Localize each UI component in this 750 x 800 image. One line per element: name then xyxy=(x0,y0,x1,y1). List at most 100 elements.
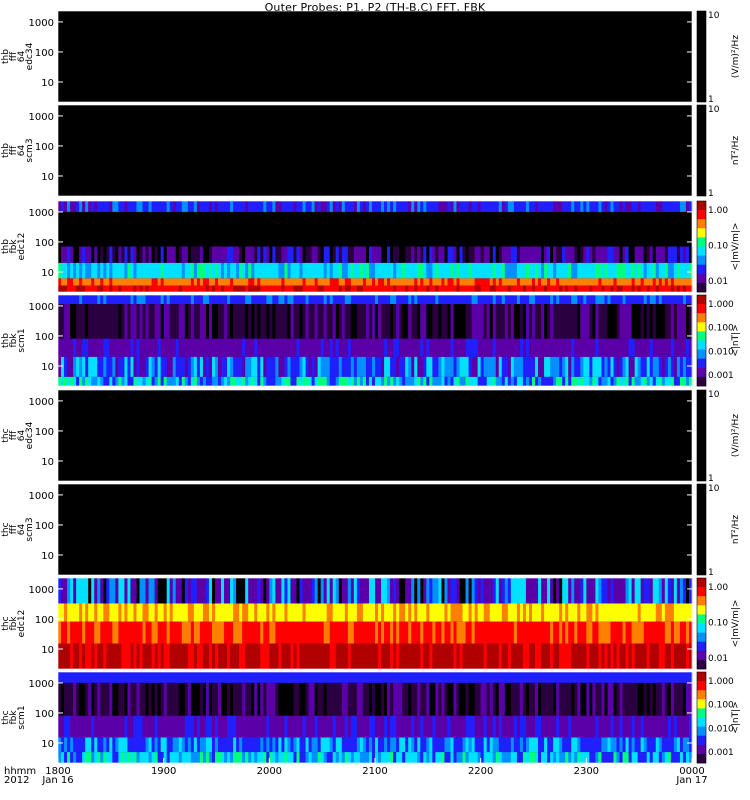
spectral-cell xyxy=(381,246,385,263)
spectral-cell xyxy=(583,682,587,716)
spectral-cell xyxy=(456,278,460,286)
spectral-cell xyxy=(272,278,276,286)
spectral-cell xyxy=(429,304,433,339)
spectral-cell xyxy=(221,603,225,622)
spectral-cell xyxy=(329,304,334,339)
spectral-cell xyxy=(272,356,276,377)
spectral-cell xyxy=(91,621,95,644)
spectral-cell xyxy=(474,672,479,683)
spectral-cell xyxy=(245,715,249,738)
spectral-cell xyxy=(311,285,316,292)
spectral-cell xyxy=(344,338,349,357)
spectral-cell xyxy=(592,752,596,763)
colorbar-tick-label: 0.10 xyxy=(708,242,728,252)
spectral-cell xyxy=(193,643,198,669)
spectral-cell xyxy=(350,603,355,622)
spectral-cell xyxy=(447,672,451,683)
spectral-cell xyxy=(453,356,457,377)
spectral-cell xyxy=(317,304,322,339)
y-tick-label: 1000 xyxy=(29,18,54,29)
spectral-cell xyxy=(88,643,92,669)
spectral-cell xyxy=(181,578,186,604)
spectral-cell xyxy=(604,603,608,622)
spectral-cell xyxy=(163,715,168,738)
spectral-cell xyxy=(211,201,216,212)
spectral-cell xyxy=(676,715,681,738)
spectral-cell xyxy=(501,672,506,683)
spectral-cell xyxy=(169,246,174,263)
spectral-cell xyxy=(598,201,602,212)
spectral-cell xyxy=(531,672,536,683)
spectral-cell xyxy=(685,715,690,738)
spectral-cell xyxy=(263,682,267,716)
spectral-cell xyxy=(263,262,267,279)
spectral-cell xyxy=(574,246,578,263)
spectral-cell xyxy=(242,672,246,683)
spectral-cell xyxy=(362,278,367,286)
spectral-cell xyxy=(501,262,506,279)
spectral-cell xyxy=(76,672,80,683)
spectral-cell xyxy=(610,737,614,753)
spectral-cell xyxy=(528,621,533,644)
spectral-cell xyxy=(522,304,527,339)
spectral-cell xyxy=(85,621,89,644)
spectral-cell xyxy=(293,278,297,286)
spectral-cell xyxy=(245,376,249,386)
spectral-cell xyxy=(284,278,288,286)
spectral-cell xyxy=(411,338,415,357)
spectral-cell xyxy=(196,285,201,292)
spectral-cell xyxy=(489,278,494,286)
spectral-cell xyxy=(504,603,509,622)
spectral-cell xyxy=(538,246,542,263)
spectral-cell xyxy=(127,246,131,263)
spectral-cell xyxy=(157,621,162,644)
colorbar-swatch xyxy=(697,304,706,314)
x-tick-label: 2200 xyxy=(468,766,493,777)
spectral-cell xyxy=(685,356,690,377)
spectral-cell xyxy=(423,603,427,622)
spectral-cell xyxy=(574,682,578,716)
spectral-cell xyxy=(196,338,201,357)
spectral-cell xyxy=(344,643,349,669)
spectral-cell xyxy=(679,262,684,279)
spectral-cell xyxy=(208,621,213,644)
spectral-cell xyxy=(586,295,590,305)
spectral-cell xyxy=(94,262,98,279)
spectral-cell xyxy=(504,715,509,738)
spectral-cell xyxy=(408,376,412,386)
spectral-cell xyxy=(284,578,288,604)
spectral-cell xyxy=(100,621,104,644)
colorbar-tick-label: 1.000 xyxy=(708,300,734,310)
spectral-cell xyxy=(103,578,107,604)
spectral-cell xyxy=(541,621,545,644)
spectral-cell xyxy=(112,295,116,305)
spectral-cell xyxy=(245,682,249,716)
colorbar-tick-label: 1.00 xyxy=(708,583,728,593)
spectral-cell xyxy=(378,356,382,377)
spectral-cell xyxy=(272,603,276,622)
spectral-cell xyxy=(459,201,463,212)
spectral-cell xyxy=(462,304,466,339)
spectral-cell xyxy=(248,262,252,279)
spectral-cell xyxy=(513,295,518,305)
spectral-cell xyxy=(649,201,654,212)
spectral-cell xyxy=(429,295,433,305)
spectral-cell xyxy=(655,201,660,212)
spectral-cell xyxy=(559,356,563,377)
spectral-cell xyxy=(661,278,666,286)
spectral-cell xyxy=(616,304,620,339)
spectral-cell xyxy=(547,578,551,604)
spectral-cell xyxy=(317,201,322,212)
spectral-cell xyxy=(208,278,213,286)
spectral-cell xyxy=(625,578,629,604)
spectral-cell xyxy=(230,201,234,212)
spectral-cell xyxy=(160,285,165,292)
spectral-cell xyxy=(640,285,645,292)
spectral-cell xyxy=(163,672,168,683)
spectral-cell xyxy=(408,304,412,339)
spectral-cell xyxy=(456,737,460,753)
spectral-cell xyxy=(224,621,228,644)
spectral-cell xyxy=(628,356,633,377)
spectral-cell xyxy=(260,295,264,305)
spectral-cell xyxy=(190,201,195,212)
